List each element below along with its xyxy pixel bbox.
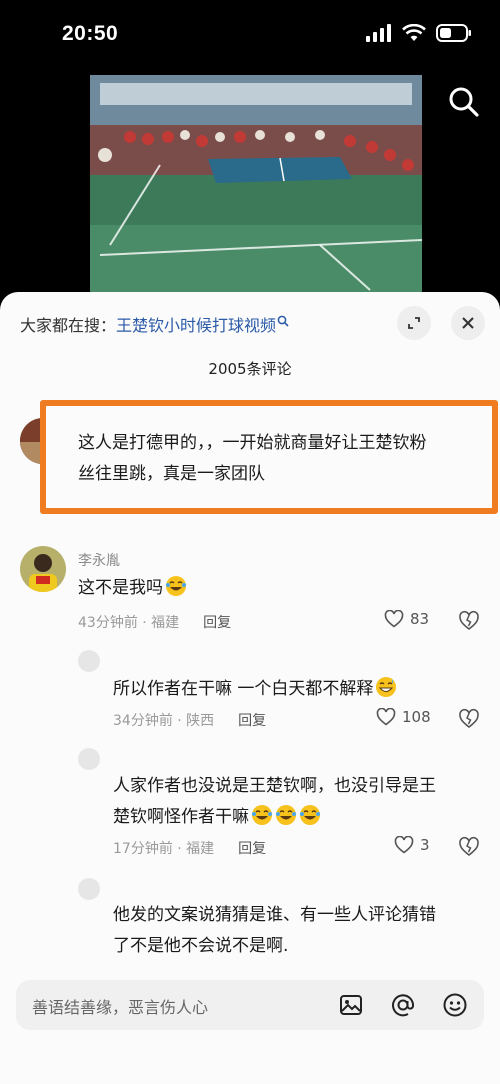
comment-text-line: 丝往里跳，真是一家团队 [78, 464, 265, 484]
laughing-crying-emoji-icon [300, 805, 320, 825]
search-suggestion[interactable]: 大家都在搜：王楚钦小时候打球视频 [20, 312, 289, 336]
like-count: 83 [410, 610, 430, 628]
comment-highlight-box: 这人是打德甲的，，一开始就商量好让王楚钦粉 丝往里跳，真是一家团队 [40, 400, 498, 514]
minimize-button[interactable] [397, 306, 431, 340]
reply-text-content: 楚钦啊怪作者干嘛 [113, 807, 249, 827]
dislike-broken-heart-icon[interactable] [458, 836, 480, 858]
reply-button[interactable]: 回复 [203, 612, 231, 632]
comment-text-content: 这不是我吗 [78, 578, 163, 598]
like-count: 3 [420, 836, 430, 854]
avatar[interactable] [78, 878, 100, 900]
avatar[interactable] [20, 546, 66, 592]
reply-button[interactable]: 回复 [238, 710, 266, 730]
comments-sheet: 大家都在搜：王楚钦小时候打球视频 2005条评论 这人是打德甲的，，一开始就商量… [0, 292, 500, 1084]
cellular-signal-icon [366, 24, 391, 42]
search-button[interactable] [446, 84, 482, 120]
comment-username[interactable]: 李永胤 [78, 550, 120, 570]
reply-button[interactable]: 回复 [238, 838, 266, 858]
comment-input[interactable]: 善语结善缘，恶言伤人心 [16, 980, 484, 1030]
grinning-sweat-emoji-icon [376, 677, 397, 697]
image-icon[interactable] [338, 992, 364, 1018]
video-player[interactable] [90, 75, 422, 295]
status-bar: 20:50 [0, 0, 500, 70]
like-count: 108 [402, 708, 431, 726]
close-button[interactable] [451, 306, 485, 340]
reply-text-content: 所以作者在干嘛 一个白天都不解释 [113, 679, 374, 699]
minimize-icon [408, 317, 420, 329]
reply-meta: 17分钟前 · 福建 回复 [113, 838, 266, 858]
wifi-icon [402, 24, 426, 41]
heart-icon [384, 610, 404, 628]
comment-meta: 43分钟前 · 福建 回复 [78, 612, 231, 632]
search-suggestion-keyword[interactable]: 王楚钦小时候打球视频 [116, 316, 276, 335]
battery-icon [436, 24, 471, 42]
avatar-image [20, 546, 66, 592]
heart-icon [394, 836, 414, 854]
laughing-crying-emoji-icon [252, 805, 272, 825]
at-mention-icon[interactable] [390, 992, 416, 1018]
like-button[interactable]: 3 [394, 836, 430, 854]
like-button[interactable]: 108 [376, 708, 431, 726]
comment-text-line: 这人是打德甲的，，一开始就商量好让王楚钦粉 [78, 433, 427, 453]
status-icons [366, 24, 472, 42]
like-button[interactable]: 83 [384, 610, 429, 628]
search-icon [449, 87, 479, 117]
search-suggestion-prefix: 大家都在搜： [20, 316, 117, 335]
reply-time-location: 17分钟前 · 福建 [113, 841, 215, 857]
close-icon [462, 317, 474, 329]
comment-text: 这不是我吗 [78, 573, 187, 604]
heart-icon [376, 708, 396, 726]
video-frame-image [90, 75, 422, 295]
avatar[interactable] [78, 748, 100, 770]
reply-text: 所以作者在干嘛 一个白天都不解释 [113, 674, 397, 705]
reply-text-line: 他发的文案说猜猜是谁、有一些人评论猜错 [113, 905, 436, 925]
comment-time-location: 43分钟前 · 福建 [78, 615, 180, 631]
comment-input-placeholder: 善语结善缘，恶言伤人心 [32, 998, 209, 1017]
reply-meta: 34分钟前 · 陕西 回复 [113, 710, 266, 730]
dislike-broken-heart-icon[interactable] [458, 708, 480, 730]
reply-text-line: 楚钦啊怪作者干嘛 [113, 802, 321, 833]
laughing-crying-emoji-icon [276, 805, 296, 825]
search-icon [277, 315, 289, 327]
list-fade [0, 952, 500, 982]
emoji-icon[interactable] [442, 992, 468, 1018]
dislike-broken-heart-icon[interactable] [458, 610, 480, 632]
reply-time-location: 34分钟前 · 陕西 [113, 713, 215, 729]
reply-text-line: 人家作者也没说是王楚钦啊，也没引导是王 [113, 776, 436, 796]
status-time: 20:50 [62, 22, 119, 45]
avatar[interactable] [78, 650, 100, 672]
laughing-crying-emoji-icon [166, 576, 186, 596]
comment-count: 2005条评论 [208, 360, 292, 378]
